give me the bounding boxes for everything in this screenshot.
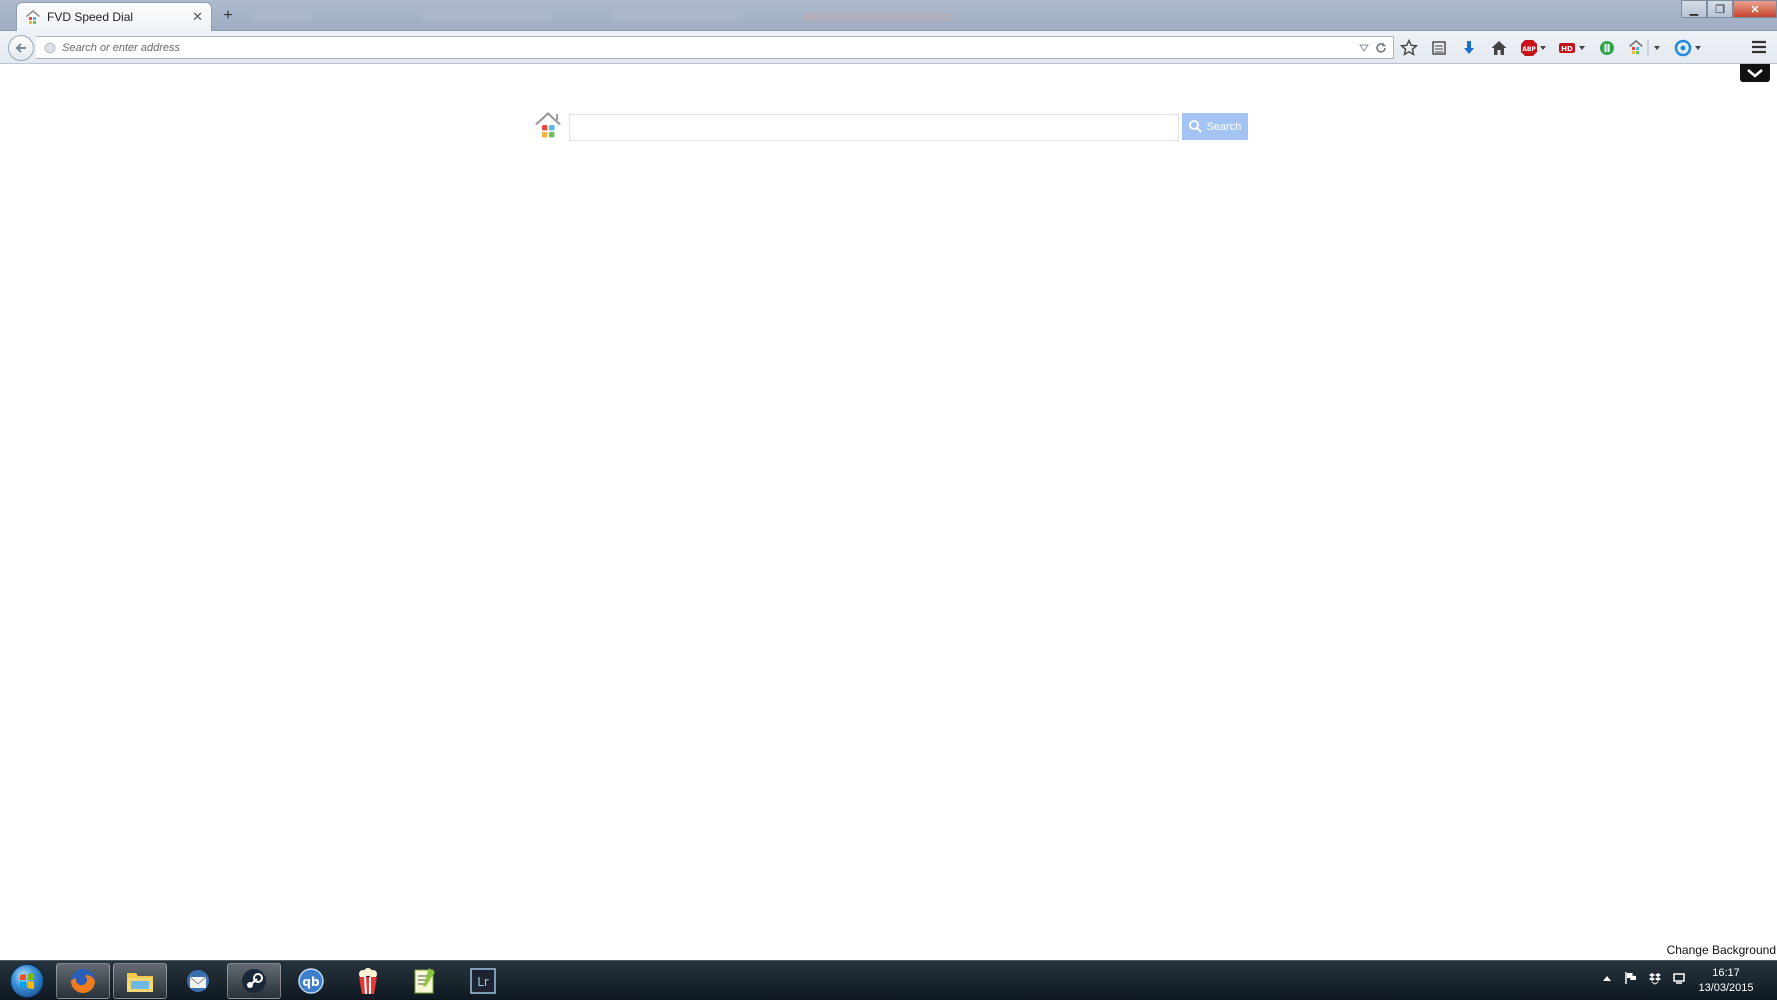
- taskbar-thunderbird[interactable]: [171, 963, 225, 999]
- taskbar-clock[interactable]: 16:17 13/03/2015: [1690, 966, 1762, 996]
- svg-text:ABP: ABP: [1522, 46, 1536, 53]
- navigation-toolbar: ABP HD: [0, 31, 1777, 64]
- windows-logo-icon: [10, 964, 44, 998]
- change-background-link[interactable]: Change Background: [1667, 943, 1776, 957]
- adblock-plus-icon[interactable]: ABP: [1520, 38, 1546, 58]
- speed-dial-icon[interactable]: [1628, 38, 1662, 58]
- steam-icon: [242, 969, 266, 993]
- speed-dial-favicon-icon: [26, 10, 40, 24]
- system-tray: [1600, 971, 1686, 985]
- network-icon[interactable]: [1672, 971, 1686, 985]
- search-button-label: Search: [1206, 120, 1242, 133]
- toolbar-icons: ABP HD: [1400, 38, 1714, 58]
- chevron-down-icon: [1747, 69, 1763, 78]
- bookmark-star-icon[interactable]: [1400, 38, 1418, 58]
- clock-date: 13/03/2015: [1698, 982, 1754, 994]
- reading-list-icon[interactable]: [1430, 38, 1448, 58]
- hd-extension-icon[interactable]: HD: [1558, 38, 1586, 58]
- taskbar-popcorn-time[interactable]: [341, 963, 395, 999]
- notepad-plus-icon: [414, 968, 435, 994]
- window-controls: ▁ ❐ ✕: [1681, 0, 1777, 18]
- taskbar-notepad-plus[interactable]: [398, 963, 452, 999]
- background-tab[interactable]: [414, 2, 584, 31]
- download-arrow-icon[interactable]: [1460, 38, 1478, 58]
- firefox-icon: [71, 969, 95, 993]
- clock-time: 16:17: [1712, 967, 1740, 979]
- tab-title: FVD Speed Dial: [47, 10, 134, 24]
- svg-text:Lr: Lr: [477, 975, 489, 989]
- address-bar[interactable]: [36, 36, 1394, 59]
- taskbar-file-explorer[interactable]: [113, 963, 167, 999]
- search-icon: [1188, 120, 1202, 133]
- svg-text:HD: HD: [1561, 45, 1573, 53]
- thunderbird-icon: [187, 970, 209, 992]
- close-window-icon[interactable]: ✕: [1733, 0, 1777, 18]
- speed-dial-logo-icon: [535, 112, 561, 138]
- site-identity-icon[interactable]: [44, 42, 56, 54]
- green-extension-icon[interactable]: [1598, 38, 1616, 58]
- show-hidden-icons-icon[interactable]: [1600, 971, 1614, 985]
- lightroom-icon: Lr: [470, 968, 496, 994]
- background-tab[interactable]: [244, 2, 394, 31]
- start-button[interactable]: [6, 963, 48, 999]
- dropbox-tray-icon[interactable]: [1648, 971, 1662, 985]
- tab-close-icon[interactable]: ✕: [192, 9, 203, 25]
- minimize-icon[interactable]: ▁: [1681, 0, 1707, 18]
- tab-fvd-speed-dial[interactable]: FVD Speed Dial ✕: [16, 2, 212, 31]
- folder-icon: [127, 973, 153, 992]
- background-tab[interactable]: [604, 2, 774, 31]
- taskbar-firefox[interactable]: [56, 963, 110, 999]
- taskbar-lightroom[interactable]: Lr: [456, 963, 510, 999]
- popcorn-icon: [359, 968, 377, 995]
- new-tab-button[interactable]: +: [218, 6, 238, 26]
- reload-icon[interactable]: [1375, 42, 1387, 54]
- back-arrow-icon: [15, 43, 26, 53]
- hamburger-menu-icon[interactable]: [1750, 38, 1770, 58]
- address-input[interactable]: [62, 41, 1359, 54]
- taskbar-steam[interactable]: [227, 963, 281, 999]
- qbittorrent-icon: qb: [298, 968, 324, 994]
- history-dropdown-icon[interactable]: [1359, 44, 1369, 52]
- taskbar-qbittorrent[interactable]: qb: [284, 963, 338, 999]
- action-center-flag-icon[interactable]: [1624, 971, 1638, 985]
- back-button[interactable]: [8, 35, 34, 61]
- windows-taskbar: qb Lr 16:17 13/03/2015: [0, 960, 1777, 1000]
- search-input[interactable]: [569, 114, 1179, 141]
- background-tab[interactable]: [794, 2, 984, 31]
- sync-icon[interactable]: [1674, 38, 1702, 58]
- home-icon[interactable]: [1490, 38, 1508, 58]
- tab-strip: FVD Speed Dial ✕ + ▁ ❐ ✕: [0, 0, 1777, 31]
- collapse-panel-button[interactable]: [1740, 64, 1770, 82]
- search-button[interactable]: Search: [1182, 113, 1248, 140]
- svg-text:qb: qb: [302, 975, 320, 989]
- restore-icon[interactable]: ❐: [1707, 0, 1733, 18]
